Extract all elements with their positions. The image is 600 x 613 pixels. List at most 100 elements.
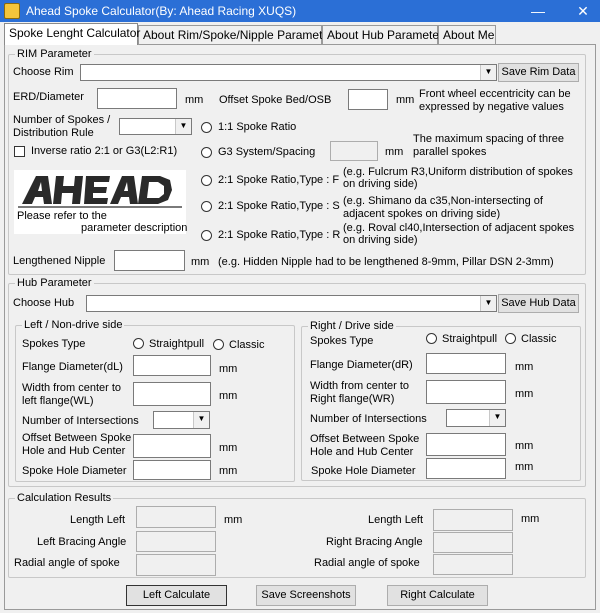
right-flange-unit: mm — [515, 361, 534, 373]
tab-about-rim-spoke-nipple[interactable]: About Rim/Spoke/Nipple Parameter — [138, 25, 333, 44]
ratio-type-f-note-line-2: on driving side) — [343, 178, 418, 190]
title-bar: Ahead Spoke Calculator(By: Ahead Racing … — [0, 0, 600, 22]
ratio-type-r-label: 2:1 Spoke Ratio,Type : R — [218, 229, 341, 241]
left-intersections-combo[interactable]: ▼ — [153, 411, 210, 429]
left-width-input[interactable] — [133, 382, 211, 406]
left-calculate-button[interactable]: Left Calculate — [126, 585, 227, 606]
ratio-type-f-note-line-1: (e.g. Fulcrum R3,Uniform distribution of… — [343, 166, 573, 178]
right-offset-input[interactable] — [426, 433, 506, 456]
inverse-ratio-checkbox[interactable] — [14, 146, 25, 157]
left-flange-label: Flange Diameter(dL) — [22, 361, 123, 373]
choose-rim-label: Choose Rim — [13, 66, 74, 78]
eccentricity-note-line-2: expressed by negative values — [419, 101, 564, 113]
spokes-count-label-line-2: Distribution Rule — [13, 127, 94, 139]
erd-unit: mm — [185, 94, 204, 106]
g3-system-radio[interactable] — [201, 147, 212, 158]
left-straightpull-label: Straightpull — [149, 338, 205, 350]
left-side-title: Left / Non-drive side — [22, 319, 125, 331]
right-offset-label-line-2: Hole and Hub Center — [310, 446, 414, 458]
right-width-input[interactable] — [426, 380, 506, 404]
rim-group-title: RIM Parameter — [15, 48, 94, 60]
lengthened-nipple-input[interactable] — [114, 250, 185, 271]
right-straightpull-radio[interactable] — [426, 333, 437, 344]
close-button[interactable]: ✕ — [566, 0, 600, 22]
chevron-down-icon[interactable]: ▼ — [480, 65, 496, 80]
left-flange-unit: mm — [219, 363, 238, 375]
lengthened-nipple-unit: mm — [191, 256, 210, 268]
ratio-type-f-radio[interactable] — [201, 175, 212, 186]
right-flange-input[interactable] — [426, 353, 506, 374]
right-intersections-combo[interactable]: ▼ — [446, 409, 506, 427]
right-radial-angle-label: Radial angle of spoke — [314, 557, 420, 569]
save-rim-button[interactable]: Save Rim Data — [498, 63, 579, 82]
tab-about-hub[interactable]: About Hub Parameter — [322, 25, 443, 44]
left-hole-label: Spoke Hole Diameter — [22, 465, 127, 477]
window-title: Ahead Spoke Calculator(By: Ahead Racing … — [26, 4, 297, 18]
left-intersections-label: Number of Intersections — [22, 415, 139, 427]
tab-spoke-length-calculator[interactable]: Spoke Lenght Calculator — [4, 23, 140, 45]
erd-input[interactable] — [97, 88, 177, 109]
left-bracing-angle-label: Left Bracing Angle — [37, 536, 127, 548]
left-flange-input[interactable] — [133, 355, 211, 376]
left-offset-input[interactable] — [133, 434, 211, 458]
minimize-button[interactable]: — — [521, 0, 555, 22]
left-width-unit: mm — [219, 390, 238, 402]
choose-hub-label: Choose Hub — [13, 297, 75, 309]
ratio-1-1-radio[interactable] — [201, 122, 212, 133]
ratio-1-1-label: 1:1 Spoke Ratio — [218, 121, 297, 133]
tab-about-me[interactable]: About Me — [438, 25, 496, 44]
left-offset-label-line-1: Offset Between Spoke — [22, 432, 132, 444]
left-hole-input[interactable] — [133, 460, 211, 480]
right-width-unit: mm — [515, 388, 534, 400]
app-icon — [4, 3, 20, 19]
ratio-type-s-note-line-2: adjacent spokes on driving side) — [343, 208, 501, 220]
ratio-type-s-radio[interactable] — [201, 201, 212, 212]
left-radial-angle-label: Radial angle of spoke — [14, 557, 120, 569]
spokes-count-combo[interactable]: ▼ — [119, 118, 192, 135]
ratio-type-s-label: 2:1 Spoke Ratio,Type : S — [218, 200, 340, 212]
save-hub-button[interactable]: Save Hub Data — [498, 294, 579, 313]
chevron-down-icon[interactable]: ▼ — [193, 412, 209, 428]
left-spokes-type-label: Spokes Type — [22, 338, 86, 350]
right-hole-input[interactable] — [426, 458, 506, 479]
g3-system-label: G3 System/Spacing — [218, 146, 316, 158]
lengthened-nipple-note: (e.g. Hidden Nipple had to be lengthened… — [218, 256, 554, 268]
g3-spacing-input[interactable] — [330, 141, 378, 161]
lengthened-nipple-label: Lengthened Nipple — [13, 255, 106, 267]
choose-rim-combo[interactable]: ▼ — [80, 64, 497, 81]
chevron-down-icon[interactable]: ▼ — [175, 119, 191, 134]
offset-bed-input[interactable] — [348, 89, 388, 110]
right-offset-unit: mm — [515, 440, 534, 452]
right-spokes-type-label: Spokes Type — [310, 335, 374, 347]
save-screenshots-button[interactable]: Save Screenshots — [256, 585, 356, 606]
spokes-count-label-line-1: Number of Spokes / — [13, 114, 111, 126]
ratio-type-f-label: 2:1 Spoke Ratio,Type : F — [218, 174, 340, 186]
left-classic-radio[interactable] — [213, 339, 224, 350]
length-left-output — [136, 506, 216, 528]
right-classic-label: Classic — [521, 333, 557, 345]
left-width-label-line-1: Width from center to — [22, 382, 122, 394]
ratio-type-r-note-line-1: (e.g. Roval cl40,Intersection of adjacen… — [343, 222, 575, 234]
chevron-down-icon[interactable]: ▼ — [480, 296, 496, 311]
left-straightpull-radio[interactable] — [133, 338, 144, 349]
ratio-type-r-note-line-2: on driving side) — [343, 234, 418, 246]
chevron-down-icon[interactable]: ▼ — [489, 410, 505, 426]
ratio-type-r-radio[interactable] — [201, 230, 212, 241]
erd-label: ERD/Diameter — [13, 91, 84, 103]
right-calculate-button[interactable]: Right Calculate — [387, 585, 488, 606]
right-flange-label: Flange Diameter(dR) — [310, 359, 413, 371]
right-offset-label-line-1: Offset Between Spoke — [310, 433, 420, 445]
right-classic-radio[interactable] — [505, 333, 516, 344]
length-right-output — [433, 509, 513, 531]
left-offset-label-line-2: Hole and Hub Center — [22, 445, 126, 457]
g3-note-line-2: parallel spokes — [413, 146, 487, 158]
choose-hub-combo[interactable]: ▼ — [86, 295, 497, 312]
length-right-unit: mm — [521, 513, 540, 525]
inverse-ratio-label: Inverse ratio 2:1 or G3(L2:R1) — [31, 145, 178, 157]
logo-caption-line-2: parameter description — [81, 222, 188, 234]
right-bracing-angle-label: Right Bracing Angle — [326, 536, 423, 548]
right-intersections-label: Number of Intersections — [310, 413, 427, 425]
right-side-title: Right / Drive side — [308, 320, 396, 332]
length-left-label: Length Left — [70, 514, 126, 526]
ahead-logo: Please refer to the parameter descriptio… — [14, 170, 188, 234]
